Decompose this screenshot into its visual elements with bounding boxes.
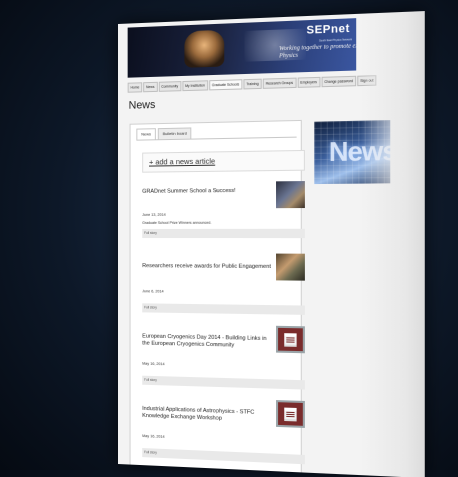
tab-news[interactable]: News [136, 128, 156, 140]
article-title[interactable]: GRADnet Summer School a Success! [142, 188, 272, 196]
nav-tab-research-groups[interactable]: Research Groups [262, 77, 297, 89]
full-story-link[interactable]: Full story [142, 303, 305, 315]
full-story-link[interactable]: Full story [142, 375, 305, 390]
nav-tab-sign-out[interactable]: Sign out [357, 75, 377, 87]
document-icon[interactable] [276, 400, 305, 428]
banner-tagline: Working together to promote excellence i… [279, 42, 357, 60]
nav-tab-home[interactable]: Home [127, 82, 143, 93]
article-title[interactable]: Industrial Applications of Astrophysics … [142, 406, 272, 425]
news-article: European Cryogenics Day 2014 - Building … [142, 323, 305, 392]
news-article: GRADnet Summer School a Success! June 13… [142, 181, 305, 245]
full-story-link[interactable]: Full story [142, 448, 305, 465]
nav-tab-graduate-schools[interactable]: Graduate Schools [208, 79, 243, 91]
nav-tab-my-institution[interactable]: My Institution [182, 80, 208, 92]
nav-tab-change-password[interactable]: Change password [321, 75, 357, 88]
news-article: Researchers receive awards for Public En… [142, 253, 305, 318]
header-banner: Working together to promote excellence i… [127, 18, 357, 78]
page-title: News [128, 98, 156, 112]
nav-tab-training[interactable]: Training [243, 78, 262, 90]
sepnet-logo-subtitle: South East Physics Network [319, 38, 352, 43]
nav-tab-news[interactable]: News [143, 81, 158, 93]
article-summary: Graduate School Prize Winners announced. [142, 220, 212, 225]
banner-photo [184, 29, 225, 68]
news-side-image: News [314, 120, 391, 185]
news-panel: News Bulletin board + add a news article… [129, 119, 305, 475]
document-icon[interactable] [276, 325, 305, 354]
add-article-box: + add a news article [142, 149, 305, 173]
news-tabs: News Bulletin board [136, 125, 297, 141]
article-date: June 6, 2014 [142, 289, 164, 294]
nav-tab-community[interactable]: Community [158, 81, 182, 92]
article-title[interactable]: Researchers receive awards for Public En… [142, 263, 272, 271]
article-thumbnail[interactable] [276, 181, 305, 209]
article-date: May 16, 2014 [142, 433, 165, 439]
news-article: Industrial Applications of Astrophysics … [142, 396, 305, 470]
tab-bulletin-board[interactable]: Bulletin board [157, 127, 192, 140]
nav-tab-employers[interactable]: Employers [297, 76, 321, 88]
full-story-link[interactable]: Full story [142, 228, 305, 239]
main-nav: Home News Community My Institution Gradu… [127, 75, 382, 93]
article-thumbnail[interactable] [276, 253, 305, 281]
article-date: May 16, 2014 [142, 361, 165, 367]
webpage-screenshot: Working together to promote excellence i… [118, 11, 425, 477]
article-title[interactable]: European Cryogenics Day 2014 - Building … [142, 333, 272, 350]
sepnet-logo[interactable]: SEPnet [306, 23, 349, 37]
presentation-stage: Working together to promote excellence i… [0, 0, 458, 477]
add-news-article-link[interactable]: + add a news article [149, 157, 215, 167]
article-date: June 13, 2014 [142, 212, 166, 217]
side-image-text: News [328, 134, 391, 168]
